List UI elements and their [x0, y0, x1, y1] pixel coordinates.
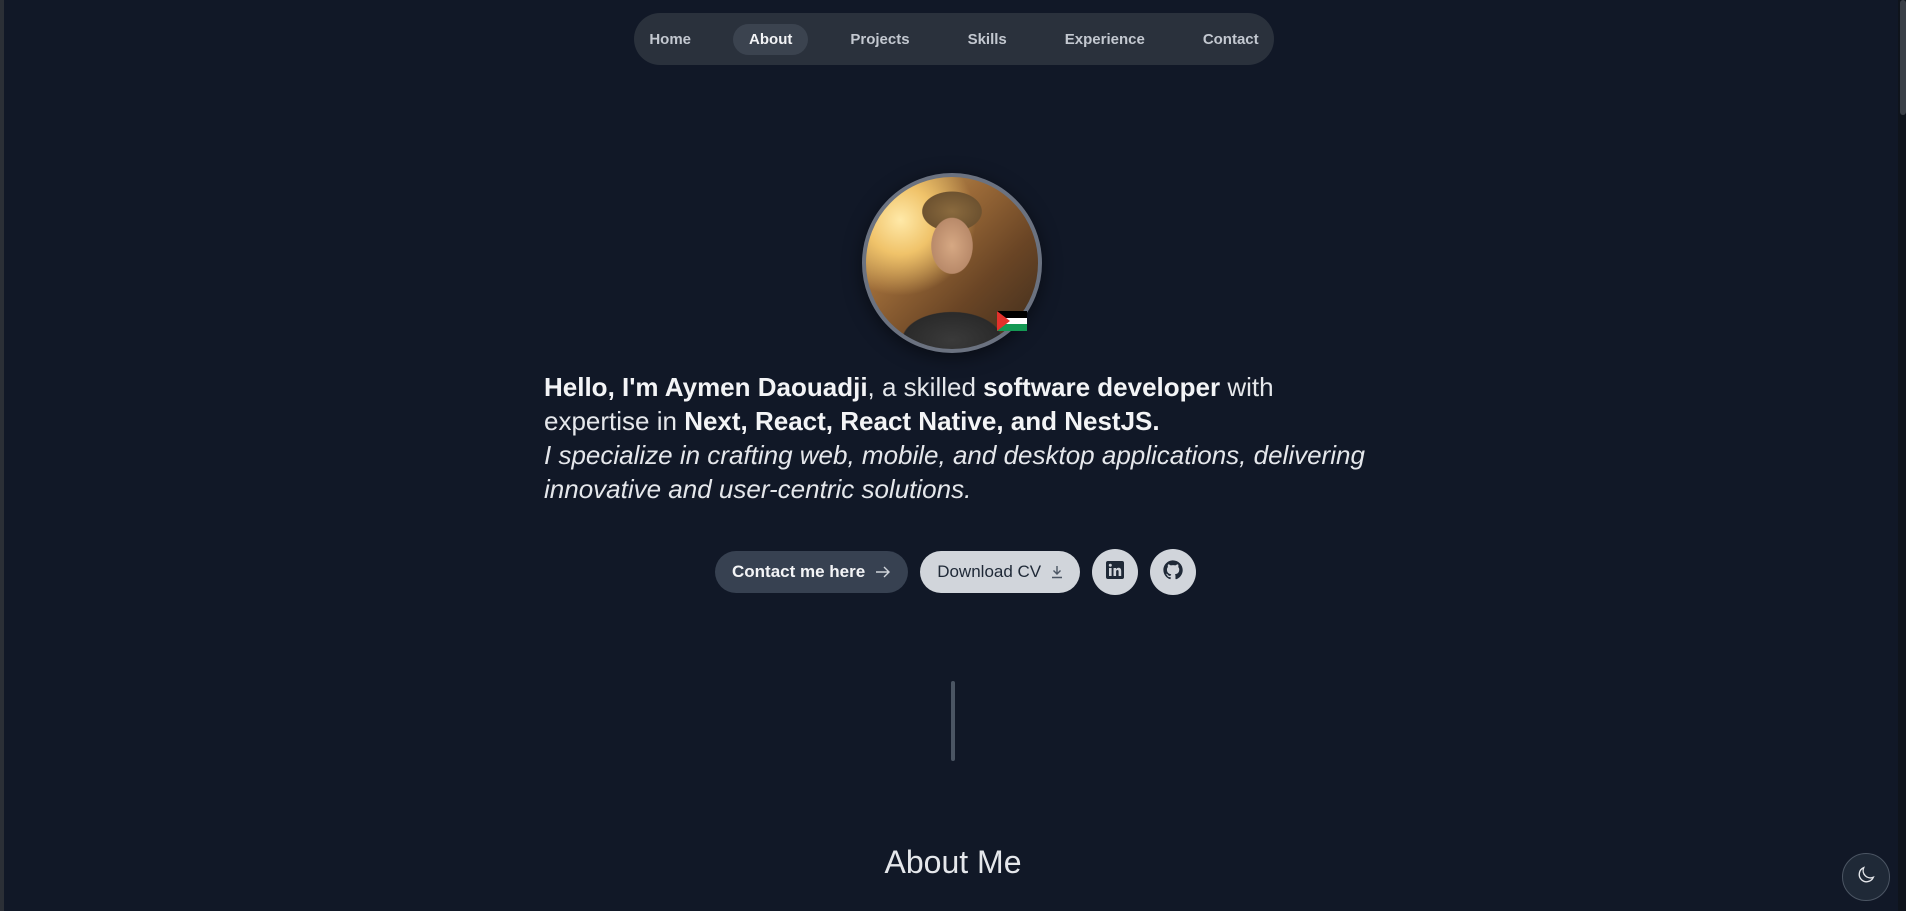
linkedin-button[interactable]	[1092, 549, 1139, 595]
nav-item-home[interactable]: Home	[633, 24, 707, 55]
nav-item-contact[interactable]: Contact	[1187, 24, 1275, 55]
hero-intro: Hello, I'm Aymen Daouadji, a skilled sof…	[544, 370, 1374, 506]
nav-item-about[interactable]: About	[733, 23, 809, 55]
github-button[interactable]	[1150, 549, 1197, 595]
theme-toggle-button[interactable]	[1842, 853, 1890, 901]
hero-tagline: I specialize in crafting web, mobile, an…	[544, 440, 1365, 504]
moon-icon	[1855, 864, 1877, 891]
nav-item-projects[interactable]: Projects	[834, 24, 925, 55]
download-icon	[1051, 565, 1063, 579]
nav-item-experience[interactable]: Experience	[1049, 24, 1161, 55]
left-edge	[0, 0, 4, 911]
hero-stack: Next, React, React Native, and NestJS.	[684, 406, 1160, 436]
page: Home About Projects Skills Experience Co…	[0, 0, 1906, 911]
profile-avatar	[862, 173, 1042, 353]
scrollbar[interactable]	[1898, 0, 1906, 911]
hero-actions: Contact me here Download CV	[715, 549, 1197, 595]
download-cv-button[interactable]: Download CV	[920, 551, 1081, 593]
top-nav: Home About Projects Skills Experience Co…	[634, 13, 1274, 65]
hero-role: software developer	[983, 372, 1221, 402]
linkedin-icon	[1105, 560, 1125, 585]
download-cv-label: Download CV	[937, 562, 1042, 581]
contact-button-label: Contact me here	[732, 562, 866, 581]
hero-greeting: Hello, I'm Aymen Daouadji	[544, 372, 868, 402]
github-icon	[1162, 559, 1184, 586]
palestine-flag-icon	[997, 311, 1027, 331]
arrow-right-icon	[875, 566, 891, 578]
nav-item-skills[interactable]: Skills	[952, 24, 1023, 55]
scrollbar-thumb[interactable]	[1900, 0, 1906, 115]
contact-button[interactable]: Contact me here	[715, 551, 909, 593]
hero-text-a: , a skilled	[867, 372, 984, 402]
about-section-title: About Me	[884, 844, 1022, 880]
scroll-divider	[951, 681, 955, 761]
